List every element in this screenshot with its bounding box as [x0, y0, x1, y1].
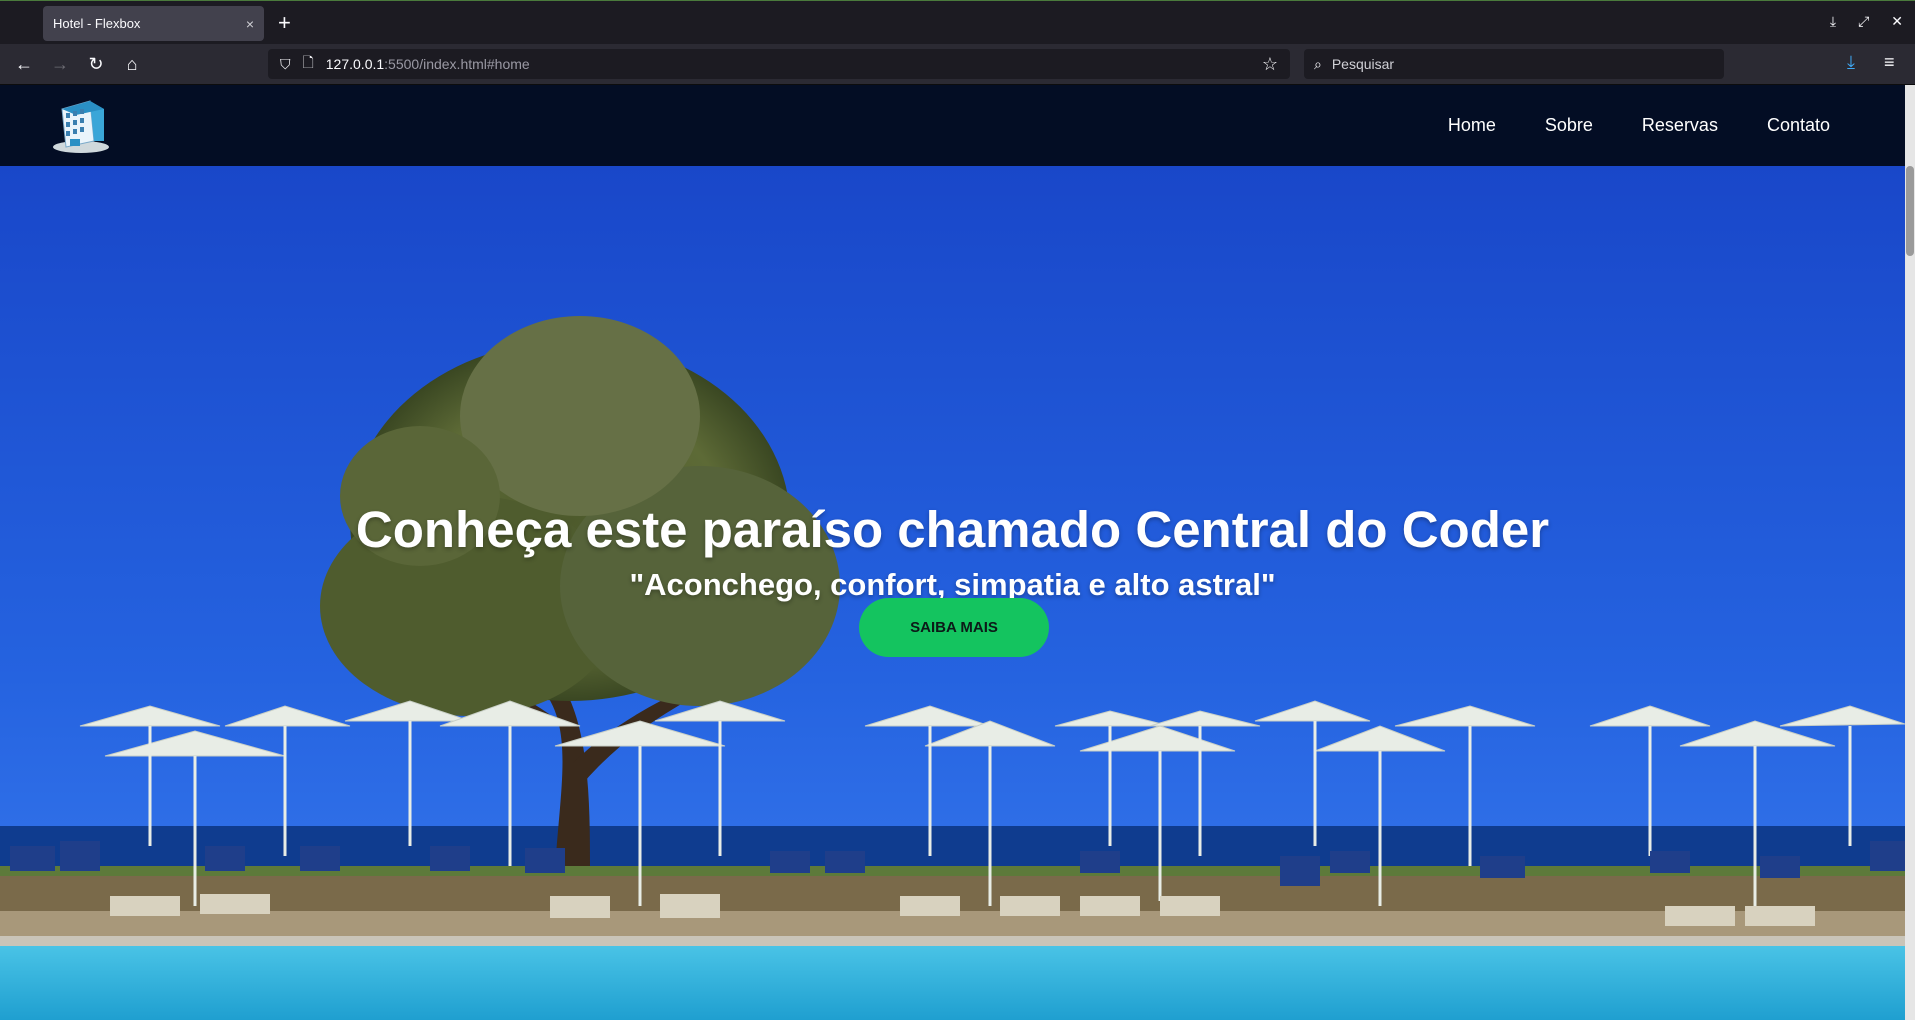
nav-link-contato[interactable]: Contato	[1767, 115, 1830, 136]
nav-link-reservas[interactable]: Reservas	[1642, 115, 1718, 136]
bookmark-star-icon[interactable]: ☆	[1262, 54, 1278, 75]
nav-link-home[interactable]: Home	[1448, 115, 1496, 136]
shield-icon[interactable]: ⛉	[280, 56, 291, 73]
hero-title: Conheça este paraíso chamado Central do …	[355, 501, 1550, 559]
home-icon[interactable]: ⌂	[120, 52, 144, 76]
forward-icon[interactable]: →	[48, 52, 72, 76]
hotel-logo-icon[interactable]	[50, 97, 112, 155]
new-tab-button[interactable]: +	[278, 10, 291, 36]
browser-tab[interactable]: Hotel - Flexbox ×	[43, 6, 264, 41]
reload-icon[interactable]: ↻	[84, 52, 108, 76]
url-bar[interactable]: ⛉ 🗋 127.0.0.1:5500/index.html#home ☆	[268, 49, 1290, 79]
page-scrollbar-thumb[interactable]	[1906, 166, 1914, 256]
url-path: :5500/index.html#home	[384, 56, 530, 72]
close-window-icon[interactable]: ✕	[1891, 13, 1903, 30]
search-bar[interactable]: ⌕	[1304, 49, 1724, 79]
page-viewport: Home Sobre Reservas Contato Conheça este…	[0, 85, 1915, 1020]
minimize-icon[interactable]: ⤓	[1830, 13, 1836, 30]
nav-link-sobre[interactable]: Sobre	[1545, 115, 1593, 136]
site-header: Home Sobre Reservas Contato	[0, 85, 1905, 166]
browser-toolbar: ← → ↻ ⌂ ⛉ 🗋 127.0.0.1:5500/index.html#ho…	[0, 44, 1915, 85]
search-icon: ⌕	[1314, 55, 1322, 72]
back-icon[interactable]: ←	[12, 52, 36, 76]
window-controls: ⤓ ⤢ ✕	[1830, 13, 1903, 30]
search-input[interactable]	[1329, 55, 1694, 73]
tab-close-icon[interactable]: ×	[246, 16, 254, 32]
browser-tab-bar: Hotel - Flexbox × + ⤓ ⤢ ✕	[0, 0, 1915, 45]
hero-section: Conheça este paraíso chamado Central do …	[0, 166, 1905, 1020]
downloads-icon[interactable]: ⤓	[1847, 52, 1855, 73]
menu-icon[interactable]: ≡	[1884, 52, 1895, 73]
main-nav: Home Sobre Reservas Contato	[1448, 85, 1830, 166]
url-host: 127.0.0.1	[325, 56, 385, 72]
saiba-mais-button[interactable]: SAIBA MAIS	[859, 598, 1049, 657]
page-icon: 🗋	[302, 54, 314, 70]
maximize-icon[interactable]: ⤢	[1858, 13, 1869, 30]
tab-title: Hotel - Flexbox	[53, 16, 141, 31]
